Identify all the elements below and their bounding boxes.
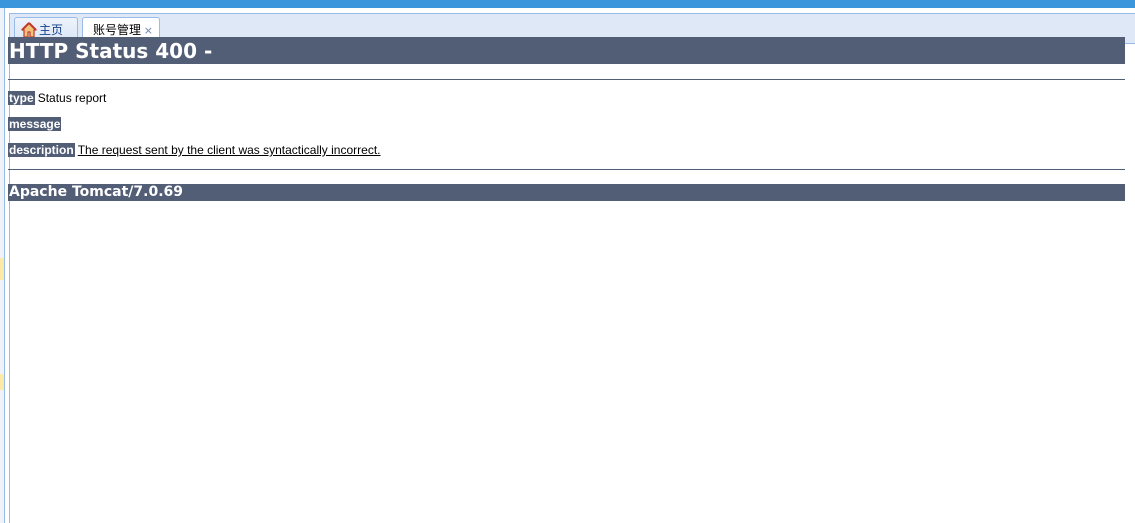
page-title: HTTP Status 400 - — [8, 37, 1125, 64]
tab-account-label: 账号管理 — [93, 23, 142, 37]
left-navigation-panel[interactable] — [0, 8, 5, 523]
tab-home-label: 主页 — [39, 23, 64, 37]
description-label: description — [8, 143, 75, 157]
type-label: type — [8, 91, 35, 105]
description-value: The request sent by the client was synta… — [77, 143, 381, 157]
home-icon — [21, 22, 37, 38]
type-value: Status report — [37, 91, 107, 105]
type-row: type Status report — [8, 91, 1125, 106]
error-page-content: HTTP Status 400 - type Status report mess… — [8, 37, 1125, 201]
description-row: description The request sent by the clien… — [8, 143, 1125, 158]
left-panel-highlight — [0, 374, 4, 390]
top-app-bar — [0, 0, 1135, 8]
left-panel-highlight — [0, 258, 4, 280]
message-label: message — [8, 117, 62, 131]
message-row: message — [8, 117, 1125, 132]
server-info: Apache Tomcat/7.0.69 — [8, 184, 1125, 201]
